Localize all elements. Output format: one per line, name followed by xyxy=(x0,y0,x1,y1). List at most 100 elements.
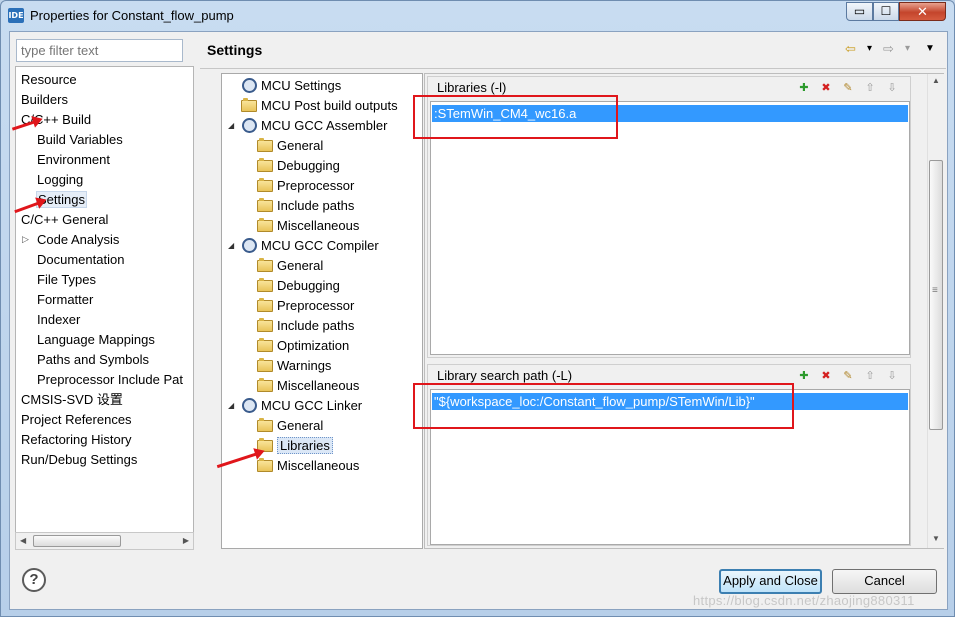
move-up-icon[interactable]: ⇧ xyxy=(862,80,878,96)
tree-item-cc-optimization[interactable]: Optimization xyxy=(256,336,349,355)
move-down-icon[interactable]: ⇩ xyxy=(884,368,900,384)
nav-item-logging[interactable]: Logging xyxy=(37,170,83,189)
apply-and-close-button[interactable]: Apply and Close xyxy=(719,569,822,594)
title-bar[interactable]: IDE Properties for Constant_flow_pump ▭ … xyxy=(1,1,954,31)
minimize-button[interactable]: ▭ xyxy=(846,2,873,21)
tree-item-cc-debugging[interactable]: Debugging xyxy=(256,276,340,295)
settings-folder-icon xyxy=(256,357,273,372)
settings-folder-icon xyxy=(256,337,273,352)
tree-item-cc-general[interactable]: General xyxy=(256,256,323,275)
tree-item-mcu-gcc-linker[interactable]: ◢ MCU GCC Linker xyxy=(228,396,362,415)
nav-item-formatter[interactable]: Formatter xyxy=(37,290,93,309)
expand-arrow-icon[interactable]: ▷ xyxy=(22,230,29,249)
tree-item-cc-miscellaneous[interactable]: Miscellaneous xyxy=(256,376,359,395)
back-menu-icon[interactable]: ▾ xyxy=(867,40,872,58)
tree-item-ld-libraries[interactable]: Libraries xyxy=(256,436,333,455)
scroll-up-icon[interactable]: ▲ xyxy=(932,76,940,85)
nav-item-label: Resource xyxy=(21,72,77,87)
scroll-down-icon[interactable]: ▼ xyxy=(932,534,940,543)
collapse-arrow-icon[interactable]: ◢ xyxy=(228,116,234,135)
tree-item-ld-general[interactable]: General xyxy=(256,416,323,435)
libraries-label: Libraries (-l) xyxy=(437,80,507,95)
cancel-button[interactable]: Cancel xyxy=(832,569,937,594)
scroll-thumb[interactable]: ≡ xyxy=(929,160,943,430)
tree-item-asm-miscellaneous[interactable]: Miscellaneous xyxy=(256,216,359,235)
nav-item-label: C/C++ General xyxy=(21,212,109,227)
settings-folder-icon xyxy=(256,457,273,472)
nav-item-documentation[interactable]: Documentation xyxy=(37,250,124,269)
nav-item-project-references[interactable]: Project References xyxy=(21,410,132,429)
libraries-toolbar: ✚ ✖ ✎ ⇧ ⇩ xyxy=(796,80,906,98)
tree-item-label: Optimization xyxy=(277,338,350,353)
nav-item-label: Language Mappings xyxy=(37,332,155,347)
page-title: Settings xyxy=(207,42,263,58)
edit-icon[interactable]: ✎ xyxy=(840,80,856,96)
tree-item-mcu-post-build[interactable]: MCU Post build outputs xyxy=(240,96,398,115)
close-button[interactable]: ✕ xyxy=(899,2,946,21)
nav-item-preprocessor-include[interactable]: Preprocessor Include Pat xyxy=(37,370,183,389)
move-up-icon[interactable]: ⇧ xyxy=(862,368,878,384)
filter-input[interactable] xyxy=(16,39,183,62)
header-divider xyxy=(200,68,946,69)
tree-item-cc-include-paths[interactable]: Include paths xyxy=(256,316,354,335)
nav-item-language-mappings[interactable]: Language Mappings xyxy=(37,330,155,349)
nav-item-build-variables[interactable]: Build Variables xyxy=(37,130,123,149)
add-icon[interactable]: ✚ xyxy=(796,368,812,384)
tree-item-mcu-gcc-compiler[interactable]: ◢ MCU GCC Compiler xyxy=(228,236,379,255)
collapse-arrow-icon[interactable]: ◢ xyxy=(228,236,234,255)
tree-item-ld-miscellaneous[interactable]: Miscellaneous xyxy=(256,456,359,475)
back-arrow-icon[interactable]: ⇦ xyxy=(845,40,856,58)
settings-folder-icon xyxy=(256,377,273,392)
library-search-path-label: Library search path (-L) xyxy=(437,368,573,383)
nav-item-cmsis-svd[interactable]: CMSIS-SVD 设置 xyxy=(21,390,123,409)
tree-item-asm-preprocessor[interactable]: Preprocessor xyxy=(256,176,354,195)
scroll-thumb[interactable] xyxy=(33,535,121,547)
scroll-left-icon[interactable]: ◀ xyxy=(20,533,26,549)
delete-icon[interactable]: ✖ xyxy=(818,368,834,384)
maximize-button[interactable]: ☐ xyxy=(873,2,899,21)
nav-item-refactoring-history[interactable]: Refactoring History xyxy=(21,430,132,449)
tool-settings-tree[interactable]: MCU Settings MCU Post build outputs ◢ MCU… xyxy=(221,73,423,549)
forward-menu-icon[interactable]: ▾ xyxy=(905,40,910,58)
settings-folder-icon xyxy=(256,277,273,292)
tree-item-label: Debugging xyxy=(277,158,340,173)
tree-item-cc-preprocessor[interactable]: Preprocessor xyxy=(256,296,354,315)
nav-item-file-types[interactable]: File Types xyxy=(37,270,96,289)
nav-item-indexer[interactable]: Indexer xyxy=(37,310,80,329)
libraries-list[interactable]: :STemWin_CM4_wc16.a xyxy=(430,101,910,355)
edit-icon[interactable]: ✎ xyxy=(840,368,856,384)
help-icon: ? xyxy=(29,571,39,588)
nav-horizontal-scrollbar[interactable]: ◀ ▶ xyxy=(15,532,194,550)
nav-item-environment[interactable]: Environment xyxy=(37,150,110,169)
property-page-tree[interactable]: Resource Builders C/C++ Build Build Vari… xyxy=(15,66,194,550)
nav-item-resource[interactable]: Resource xyxy=(21,70,77,89)
nav-item-label: Refactoring History xyxy=(21,432,132,447)
tree-item-label: Miscellaneous xyxy=(277,218,360,233)
settings-folder-icon xyxy=(256,257,273,272)
nav-item-cpp-general[interactable]: C/C++ General xyxy=(21,210,108,229)
tree-item-mcu-gcc-assembler[interactable]: ◢ MCU GCC Assembler xyxy=(228,116,387,135)
collapse-arrow-icon[interactable]: ◢ xyxy=(228,396,234,415)
tree-item-cc-warnings[interactable]: Warnings xyxy=(256,356,331,375)
scroll-right-icon[interactable]: ▶ xyxy=(183,533,189,549)
add-icon[interactable]: ✚ xyxy=(796,80,812,96)
tree-item-asm-debugging[interactable]: Debugging xyxy=(256,156,340,175)
forward-arrow-icon[interactable]: ⇨ xyxy=(883,40,894,58)
tree-item-label: MCU Settings xyxy=(261,78,342,93)
nav-item-code-analysis[interactable]: Code Analysis xyxy=(37,230,119,249)
annotation-box-libraries xyxy=(413,95,618,139)
view-menu-icon[interactable]: ▼ xyxy=(925,40,935,58)
tree-item-mcu-settings[interactable]: MCU Settings xyxy=(240,76,341,95)
nav-item-run-debug-settings[interactable]: Run/Debug Settings xyxy=(21,450,137,469)
tree-item-asm-include-paths[interactable]: Include paths xyxy=(256,196,354,215)
move-down-icon[interactable]: ⇩ xyxy=(884,80,900,96)
nav-item-builders[interactable]: Builders xyxy=(21,90,68,109)
tree-item-label: MCU GCC Compiler xyxy=(261,238,379,253)
nav-item-paths-and-symbols[interactable]: Paths and Symbols xyxy=(37,350,149,369)
help-button[interactable]: ? xyxy=(22,568,46,592)
settings-folder-icon xyxy=(256,297,273,312)
nav-item-label: Indexer xyxy=(37,312,81,327)
option-vertical-scrollbar[interactable]: ▲ ≡ ▼ xyxy=(927,74,944,548)
delete-icon[interactable]: ✖ xyxy=(818,80,834,96)
tree-item-asm-general[interactable]: General xyxy=(256,136,323,155)
